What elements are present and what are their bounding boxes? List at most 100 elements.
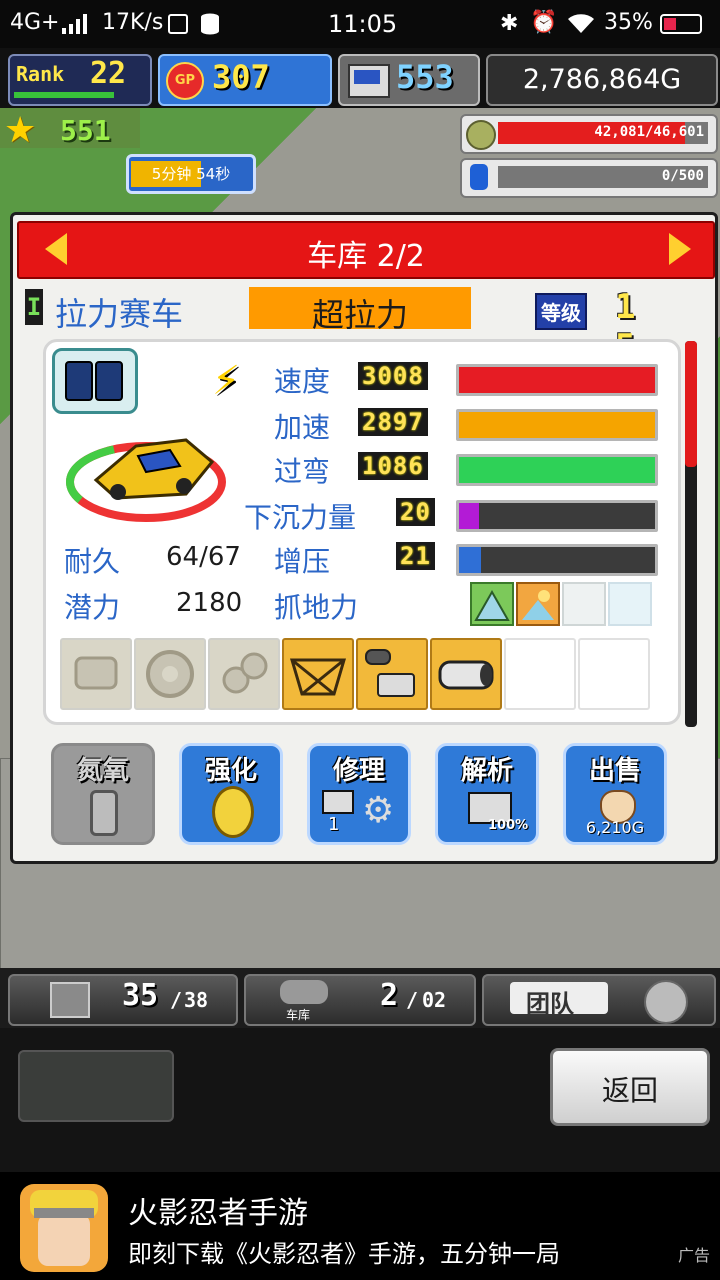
next-arrow-icon[interactable]: [669, 233, 691, 265]
bluetooth-icon: ✱: [500, 11, 519, 36]
network-speed: 17K/s: [102, 10, 164, 35]
rank-label: Rank: [16, 62, 65, 86]
part-slot-tire[interactable]: [134, 638, 206, 710]
star-display: ★ 551: [4, 110, 124, 152]
database-icon: [200, 13, 220, 35]
upgrade-button[interactable]: 强化: [179, 743, 283, 845]
speed-value: 3008: [358, 362, 428, 390]
rank-value: 22: [90, 56, 127, 91]
garage-count: 2: [380, 978, 399, 1013]
part-slot-empty[interactable]: [504, 638, 576, 710]
car-name: 拉力赛车: [55, 295, 184, 333]
panel-title-bar: 车库 2/2: [17, 221, 715, 279]
inventory-count: 35: [122, 978, 159, 1013]
speed-bar: [456, 364, 658, 396]
timer-badge: 5分钟 54秒: [126, 154, 256, 194]
coin-stack-icon: [466, 120, 496, 150]
analyze-button[interactable]: 解析 100%: [435, 743, 539, 845]
car-class-badge: I: [25, 289, 43, 325]
ad-title: 火影忍者手游: [128, 1196, 308, 1231]
empty-slot: [18, 1050, 174, 1122]
downforce-label: 下沉力量: [244, 501, 357, 534]
tire-icon: [52, 348, 138, 414]
part-slot-engine[interactable]: [60, 638, 132, 710]
research-points-value: 553: [396, 58, 454, 96]
terrain-mountain-icon: [470, 582, 514, 626]
battery-icon: [660, 14, 702, 34]
ad-banner[interactable]: 火影忍者手游 即刻下载《火影忍者》手游，五分钟一局 广告: [0, 1172, 720, 1280]
downforce-bar: [456, 500, 658, 532]
back-button[interactable]: 返回: [550, 1048, 710, 1126]
star-icon: ★: [4, 110, 37, 151]
nitro-bottle-icon: [90, 790, 118, 836]
repair-count: 1: [328, 814, 340, 835]
avatar: [644, 980, 688, 1024]
computer-icon: [322, 790, 354, 814]
ad-badge: 广告: [678, 1246, 711, 1265]
car-type-badge: 超拉力: [249, 287, 471, 334]
part-slot-empty[interactable]: [578, 638, 650, 710]
accel-bar: [456, 409, 658, 441]
wrench-gear-icon: ⚙: [362, 790, 395, 831]
grip-label: 抓地力: [274, 591, 359, 624]
inventory-max: 38: [184, 988, 209, 1012]
car-icon: [280, 980, 328, 1004]
network-indicator: 4G+: [10, 10, 60, 35]
gp-value: 307: [212, 58, 270, 96]
team-label: 团队: [526, 990, 574, 1018]
rank-progress: [14, 92, 114, 98]
tab-inventory[interactable]: 35 / 38: [8, 974, 238, 1026]
part-slot-electronics[interactable]: [356, 638, 428, 710]
crate-icon: [50, 982, 90, 1018]
gp-display[interactable]: GP 307: [158, 54, 332, 106]
sell-price: 6,210G: [585, 818, 645, 837]
corner-label: 过弯: [274, 455, 331, 488]
level-label: 等级: [535, 293, 587, 330]
fuel-bottle-icon: [470, 164, 488, 190]
car-image: [66, 422, 226, 522]
car-stats-box: ⚡ 速度 3008 加速 2897 过弯 1086 下沉力量 20 耐久 64/…: [43, 339, 681, 725]
wifi-icon: [566, 12, 596, 34]
battery-level: 35%: [604, 10, 653, 35]
tab-team[interactable]: 团队: [482, 974, 716, 1026]
garage-panel: 车库 2/2 I 拉力赛车 超拉力 等级 1 5 ⚡ 速度 3008 加速: [10, 212, 718, 864]
speed-label: 速度: [274, 365, 331, 398]
money-display: 2,786,864G: [486, 54, 718, 106]
garage-max: 02: [422, 988, 447, 1012]
alarm-icon: ⏰: [530, 10, 558, 35]
repair-button[interactable]: 修理 1 ⚙: [307, 743, 411, 845]
accel-label: 加速: [274, 411, 331, 444]
downforce-value: 20: [396, 498, 435, 526]
gold-egg-icon: [212, 786, 254, 838]
research-points-display: 553: [338, 54, 480, 106]
terrain-snow-icon: [562, 582, 606, 626]
resource-gauge-1: 42,081/46,601: [460, 114, 718, 154]
top-hud: Rank 22 GP 307 553 2,786,864G: [0, 48, 720, 108]
tab-garage[interactable]: 车库 2 / 02: [244, 974, 476, 1026]
lightning-icon: ⚡: [212, 358, 241, 404]
sell-button[interactable]: 出售 6,210G: [563, 743, 667, 845]
signal-icon: [62, 14, 88, 34]
potential-label: 潜力: [64, 591, 121, 624]
star-value: 551: [60, 114, 111, 147]
boost-label: 增压: [274, 545, 331, 578]
nitro-button[interactable]: 氮氧: [51, 743, 155, 845]
part-slot-exhaust[interactable]: [430, 638, 502, 710]
part-slot-chassis[interactable]: [282, 638, 354, 710]
terrain-ice-icon: [608, 582, 652, 626]
money-value: 2,786,864G: [522, 64, 682, 95]
accel-value: 2897: [358, 408, 428, 436]
garage-label: 车库: [286, 1008, 311, 1022]
timer-text: 5分钟 54秒: [151, 165, 231, 183]
car-type: 超拉力: [311, 296, 408, 334]
analyze-percent: 100%: [488, 818, 529, 833]
bottom-tab-bar: 35 / 38 车库 2 / 02 团队: [0, 968, 720, 1028]
corner-bar: [456, 454, 658, 486]
potential-value: 2180: [176, 588, 243, 618]
durability-value: 64/67: [166, 542, 241, 572]
resource-gauge-2: 0/500: [460, 158, 718, 198]
computer-icon: [348, 64, 390, 98]
panel-scrollbar[interactable]: [685, 341, 697, 727]
scroll-thumb[interactable]: [685, 341, 697, 467]
part-slot-gear[interactable]: [208, 638, 280, 710]
